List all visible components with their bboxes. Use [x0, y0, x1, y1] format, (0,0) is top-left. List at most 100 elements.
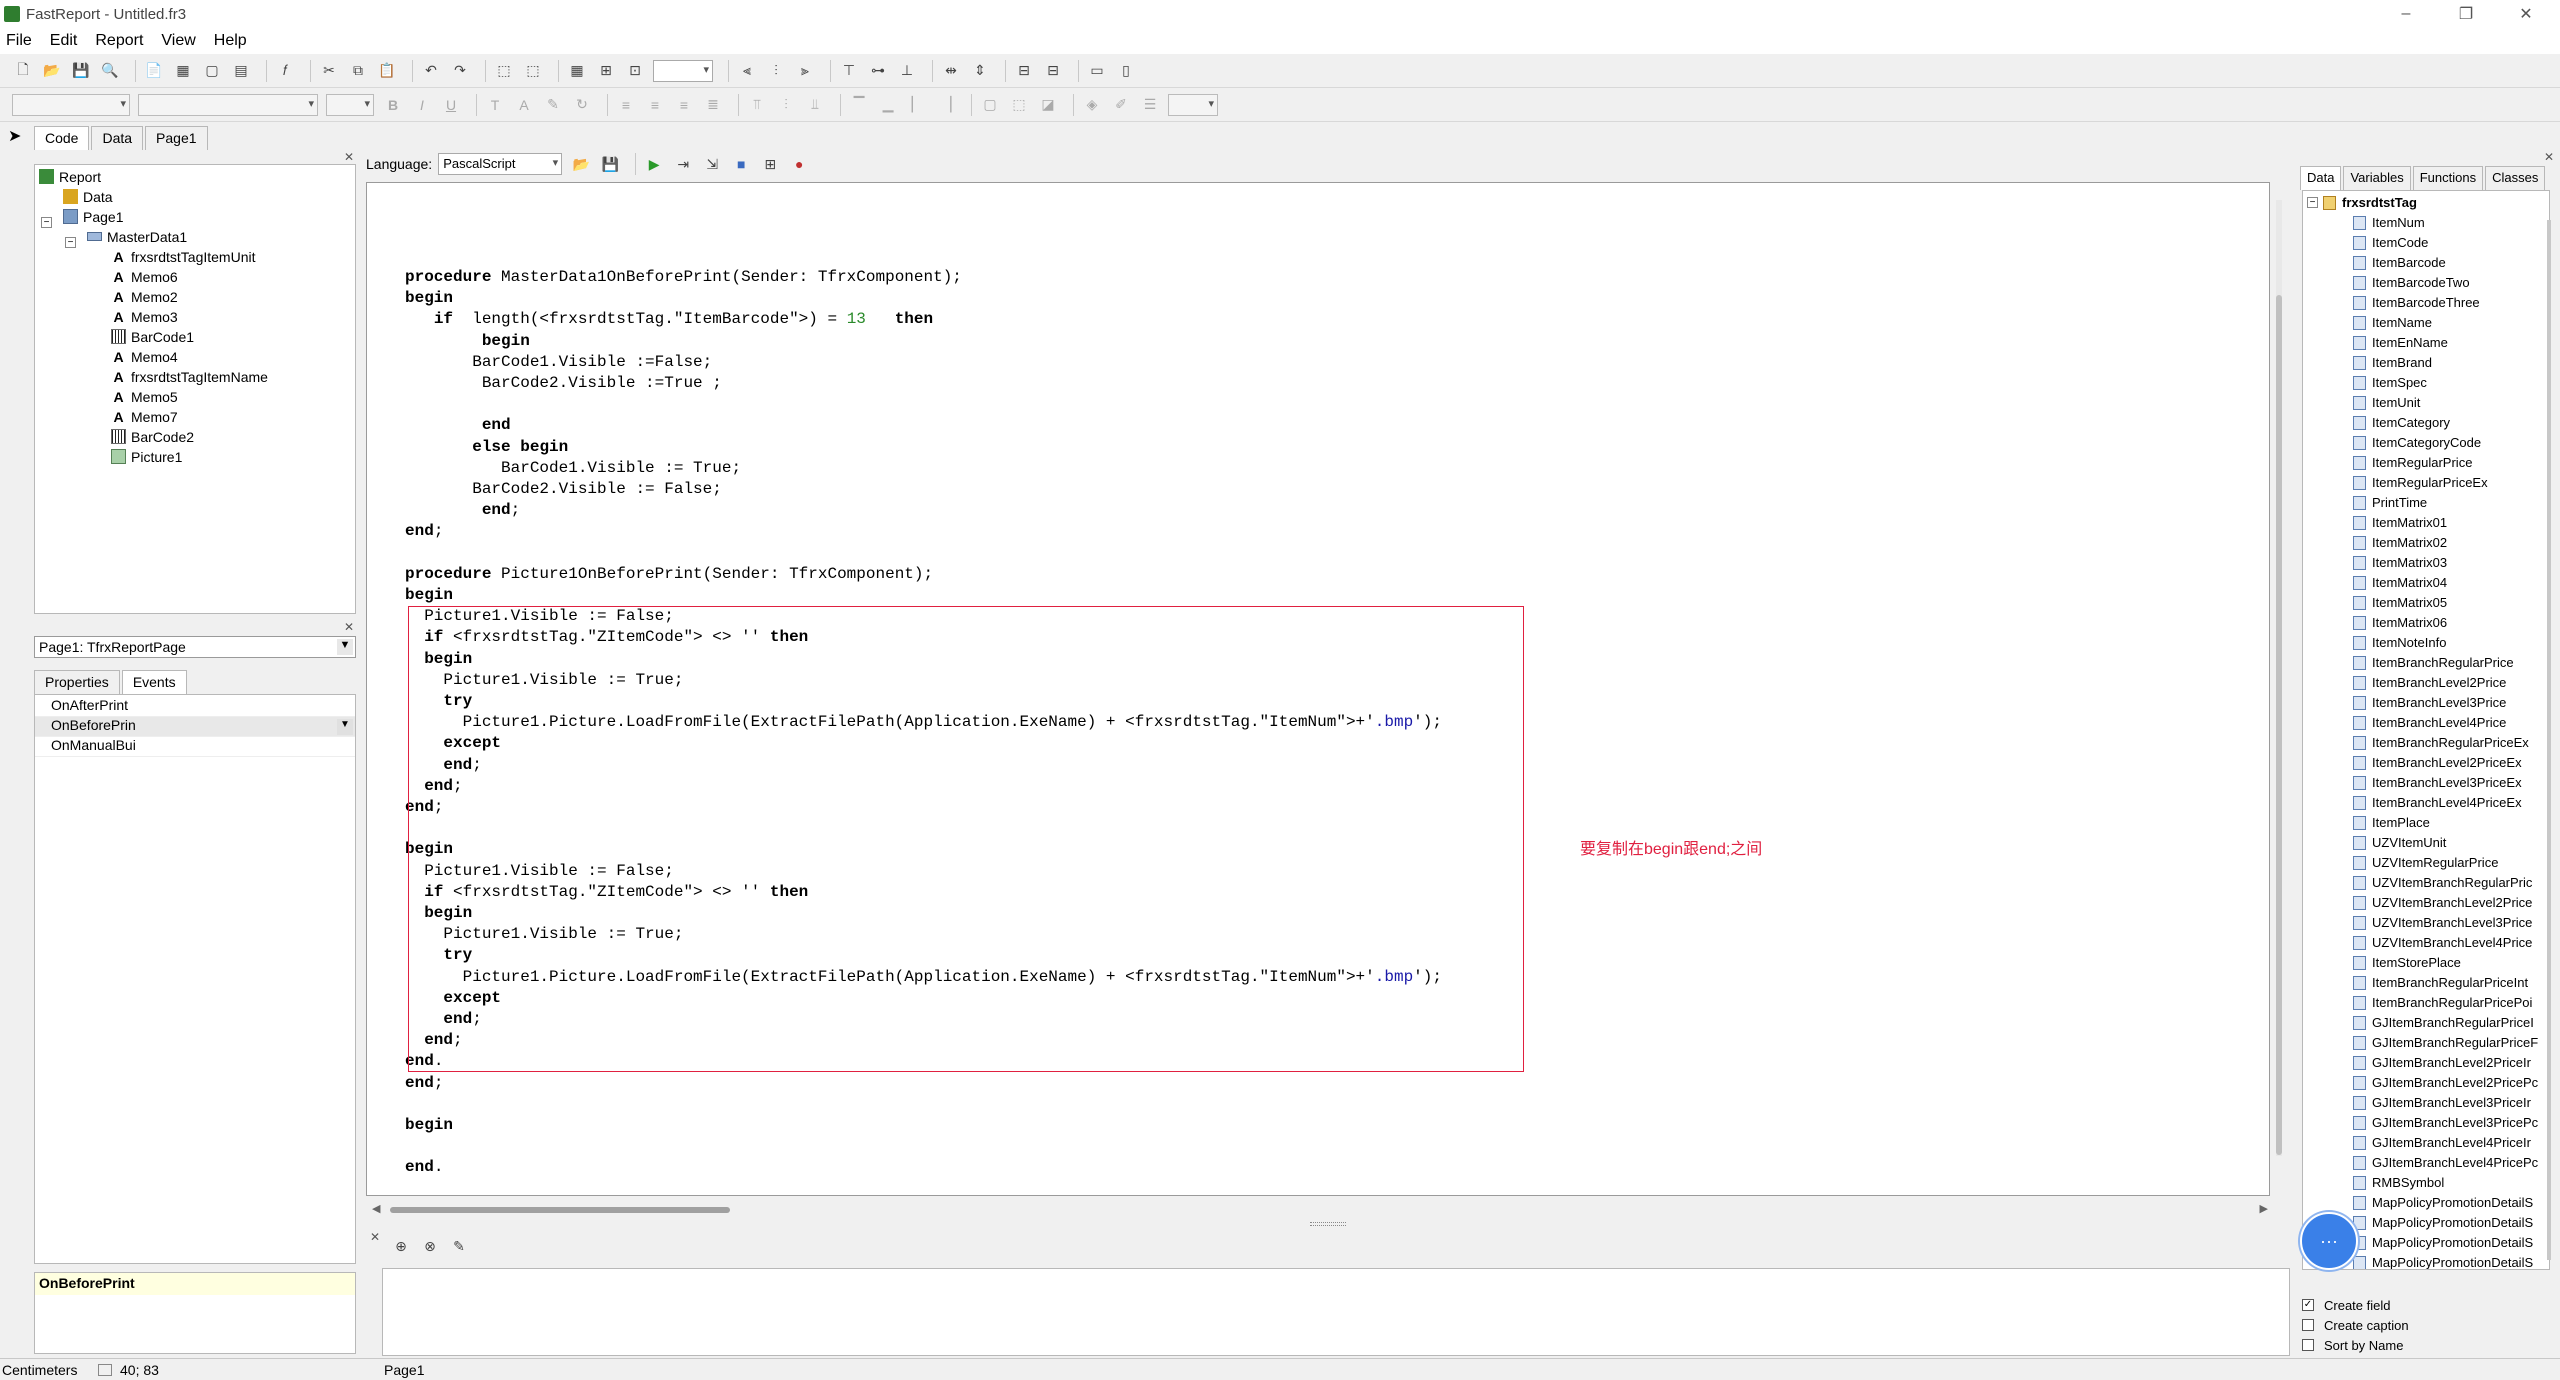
field-item[interactable]: UZVItemBranchLevel2Price	[2353, 893, 2532, 912]
tree-item[interactable]: A Memo5	[111, 387, 177, 406]
field-item[interactable]: ItemName	[2353, 313, 2432, 332]
fill-color-icon[interactable]: ◈	[1081, 94, 1103, 116]
floating-assistant-button[interactable]: ···	[2300, 1212, 2358, 1270]
grid-icon[interactable]: ▦	[566, 60, 588, 82]
field-item[interactable]: UZVItemBranchRegularPric	[2353, 873, 2532, 892]
field-item[interactable]: ItemMatrix02	[2353, 533, 2447, 552]
zoom-combo[interactable]	[653, 59, 713, 82]
field-item[interactable]: ItemBarcodeThree	[2353, 293, 2480, 312]
tree-item-report[interactable]: Report	[39, 167, 101, 186]
field-item[interactable]: ItemCategoryCode	[2353, 433, 2481, 452]
new-page-icon[interactable]: 📄	[143, 60, 165, 82]
frame-style-icon[interactable]: ☰	[1139, 94, 1161, 116]
field-item[interactable]: UZVItemBranchLevel4Price	[2353, 933, 2532, 952]
tab-data-tree[interactable]: Data	[2300, 166, 2342, 190]
restore-button[interactable]: ❐	[2436, 0, 2496, 28]
frame-bottom-icon[interactable]: ▁	[877, 94, 899, 116]
delete-page-icon[interactable]: ▢	[201, 60, 223, 82]
underline-icon[interactable]: U	[440, 94, 462, 116]
redo-icon[interactable]: ↷	[449, 60, 471, 82]
font-settings-icon[interactable]: T	[484, 94, 506, 116]
menu-file[interactable]: File	[6, 32, 32, 50]
tree-item[interactable]: A Memo4	[111, 347, 177, 366]
tab-page1[interactable]: Page1	[145, 126, 208, 150]
splitter-grip[interactable]	[1310, 1222, 1346, 1226]
field-item[interactable]: MapPolicyPromotionDetailS	[2353, 1233, 2533, 1252]
align-left-icon[interactable]: ⫷	[736, 60, 758, 82]
tree-item[interactable]: A Memo2	[111, 287, 177, 306]
menu-report[interactable]: Report	[95, 32, 143, 50]
stop-icon[interactable]: ■	[730, 153, 752, 175]
field-item[interactable]: GJItemBranchRegularPriceF	[2353, 1033, 2538, 1052]
field-item[interactable]: ItemUnit	[2353, 393, 2420, 412]
tree-item[interactable]: A frxsrdtstTagItemUnit	[111, 247, 255, 266]
field-item[interactable]: ItemBranchRegularPricePoi	[2353, 993, 2532, 1012]
tab-functions[interactable]: Functions	[2412, 166, 2484, 190]
close-button[interactable]: ✕	[2496, 0, 2556, 28]
tab-classes[interactable]: Classes	[2485, 166, 2546, 190]
tree-item[interactable]: BarCode1	[111, 327, 194, 346]
variables-icon[interactable]: 𝑓	[274, 60, 296, 82]
dataset-node[interactable]: frxsrdtstTag	[2323, 193, 2417, 212]
frame-none-icon[interactable]: ⬚	[1008, 94, 1030, 116]
preview-icon[interactable]: 🔍	[99, 60, 121, 82]
field-item[interactable]: ItemNum	[2353, 213, 2425, 232]
text-left-icon[interactable]: ≡	[615, 94, 637, 116]
field-item[interactable]: GJItemBranchLevel2PricePc	[2353, 1073, 2538, 1092]
align-top-icon[interactable]: ⊤	[838, 60, 860, 82]
field-item[interactable]: ItemBranchLevel3Price	[2353, 693, 2506, 712]
field-item[interactable]: GJItemBranchLevel4PricePc	[2353, 1153, 2538, 1172]
open-icon[interactable]: 📂	[41, 60, 63, 82]
fields-scrollbar[interactable]	[2546, 220, 2554, 1270]
scrollbar-thumb[interactable]	[390, 1207, 730, 1213]
field-item[interactable]: ItemBranchLevel4PriceEx	[2353, 793, 2522, 812]
field-item[interactable]: ItemBrand	[2353, 353, 2432, 372]
field-item[interactable]: UZVItemBranchLevel3Price	[2353, 913, 2532, 932]
new-icon[interactable]: 🗋	[12, 60, 34, 82]
field-item[interactable]: MapPolicyPromotionDetailS	[2353, 1213, 2533, 1232]
field-item[interactable]: ItemBarcodeTwo	[2353, 273, 2470, 292]
new-dialog-icon[interactable]: ▦	[172, 60, 194, 82]
field-item[interactable]: ItemMatrix01	[2353, 513, 2447, 532]
text-justify-icon[interactable]: ≣	[702, 94, 724, 116]
field-item[interactable]: ItemStorePlace	[2353, 953, 2461, 972]
close-data-tree-icon[interactable]: ✕	[2544, 150, 2554, 164]
field-item[interactable]: ItemRegularPriceEx	[2353, 473, 2488, 492]
cut-icon[interactable]: ✂	[318, 60, 340, 82]
align-middle-icon[interactable]: ⊶	[867, 60, 889, 82]
font-color-icon[interactable]: A	[513, 94, 535, 116]
field-item[interactable]: ItemMatrix05	[2353, 593, 2447, 612]
tree-item[interactable]: BarCode2	[111, 427, 194, 446]
tree-item-data[interactable]: Data	[63, 187, 113, 206]
object-selector[interactable]: Page1: TfrxReportPage ▼	[34, 636, 356, 658]
scroll-right-icon[interactable]: ▶	[2260, 1202, 2268, 1215]
breakpoint-icon[interactable]: ●	[788, 153, 810, 175]
tree-item-page1[interactable]: Page1	[63, 207, 123, 226]
collapse-icon[interactable]: −	[65, 237, 76, 248]
field-item[interactable]: ItemMatrix03	[2353, 553, 2447, 572]
copy-icon[interactable]: ⧉	[347, 60, 369, 82]
open-script-icon[interactable]: 📂	[570, 153, 592, 175]
frame-color-icon[interactable]: ✐	[1110, 94, 1132, 116]
field-item[interactable]: ItemBranchLevel4Price	[2353, 713, 2506, 732]
add-watch-icon[interactable]: ⊕	[390, 1235, 412, 1257]
delete-watch-icon[interactable]: ⊗	[419, 1235, 441, 1257]
field-item[interactable]: ItemBranchRegularPrice	[2353, 653, 2514, 672]
create-field-checkbox[interactable]: ✓ Create field	[2302, 1296, 2390, 1314]
field-item[interactable]: ItemCategory	[2353, 413, 2450, 432]
space-horz-icon[interactable]: ⇹	[940, 60, 962, 82]
close-tree-icon[interactable]: ✕	[344, 150, 354, 164]
align-center-icon[interactable]: ⫶	[765, 60, 787, 82]
frame-right-icon[interactable]: ▕	[935, 94, 957, 116]
field-item[interactable]: GJItemBranchLevel3PriceIr	[2353, 1093, 2531, 1112]
field-item[interactable]: ItemSpec	[2353, 373, 2427, 392]
field-item[interactable]: ItemBranchRegularPriceEx	[2353, 733, 2529, 752]
collapse-icon[interactable]: −	[2307, 197, 2318, 208]
field-item[interactable]: GJItemBranchLevel2PriceIr	[2353, 1053, 2531, 1072]
tree-item[interactable]: A Memo3	[111, 307, 177, 326]
step-over-icon[interactable]: ⇲	[701, 153, 723, 175]
chevron-down-icon[interactable]: ▼	[337, 639, 353, 655]
evaluate-icon[interactable]: ⊞	[759, 153, 781, 175]
align-right-icon[interactable]: ⫸	[794, 60, 816, 82]
create-caption-checkbox[interactable]: Create caption	[2302, 1316, 2409, 1334]
